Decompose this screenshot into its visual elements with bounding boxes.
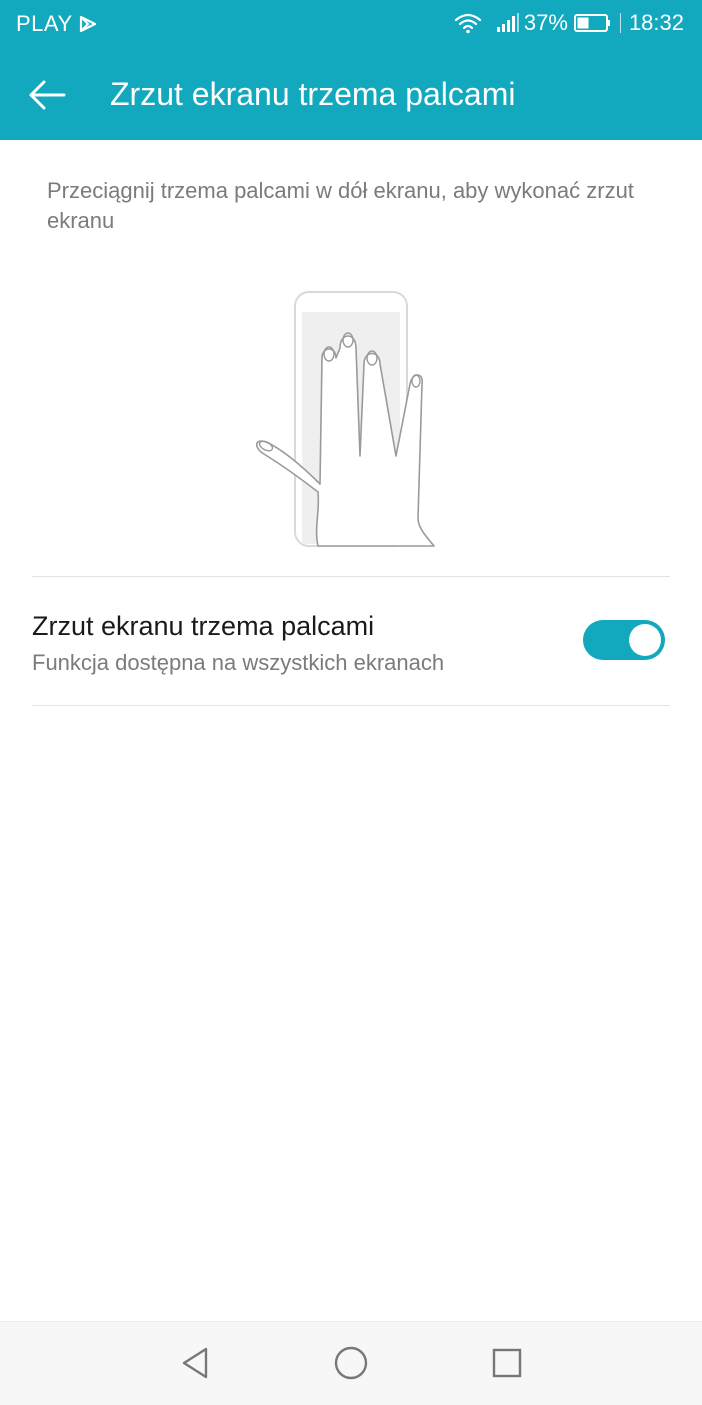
signal-icon	[496, 13, 519, 32]
nav-home-button[interactable]	[328, 1340, 374, 1386]
square-recents-icon	[492, 1348, 522, 1378]
arrow-left-icon	[29, 80, 66, 110]
setting-title: Zrzut ekranu trzema palcami	[32, 611, 375, 641]
toggle-knob	[629, 624, 661, 656]
wifi-icon	[454, 13, 481, 34]
status-icons: 37% 18:32	[454, 10, 684, 36]
navigation-bar	[0, 1321, 702, 1405]
three-finger-gesture-illustration	[255, 291, 435, 547]
divider-bottom	[32, 705, 670, 706]
nav-recents-button[interactable]	[484, 1340, 530, 1386]
back-button[interactable]	[22, 70, 72, 120]
page-title: Zrzut ekranu trzema palcami	[110, 76, 516, 112]
status-bar: PLAY 37% 18:32	[0, 0, 702, 48]
carrier-logo-icon	[79, 15, 96, 33]
circle-home-icon	[334, 1346, 368, 1380]
nav-back-button[interactable]	[172, 1340, 218, 1386]
three-finger-screenshot-toggle[interactable]	[583, 620, 665, 660]
app-bar: Zrzut ekranu trzema palcami	[0, 48, 702, 140]
gesture-description: Przeciągnij trzema palcami w dół ekranu,…	[47, 178, 634, 233]
triangle-back-icon	[182, 1347, 208, 1379]
setting-subtitle: Funkcja dostępna na wszystkich ekranach	[32, 650, 445, 675]
three-finger-screenshot-setting[interactable]: Zrzut ekranu trzema palcami Funkcja dost…	[0, 577, 702, 705]
battery-percent: 37%	[523, 10, 568, 35]
status-separator	[619, 13, 621, 33]
clock: 18:32	[628, 10, 684, 35]
carrier-name: PLAY	[16, 11, 73, 36]
carrier: PLAY	[16, 11, 97, 37]
battery-icon	[573, 14, 610, 32]
